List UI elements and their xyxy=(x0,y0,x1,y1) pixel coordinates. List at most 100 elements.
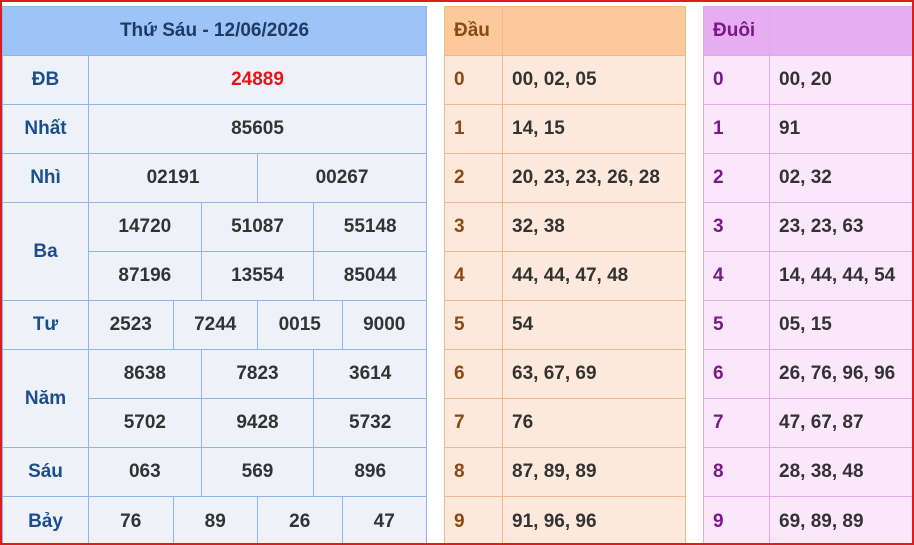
duoi-row: 0 00, 20 xyxy=(704,56,913,105)
duoi-digit: 0 xyxy=(704,56,770,104)
prize-label: Nhất xyxy=(3,105,89,153)
prize-label: Năm xyxy=(3,350,89,447)
dau-digit: 1 xyxy=(445,105,503,153)
prize-number: 13554 xyxy=(202,252,315,300)
prize-values: 76 89 26 47 xyxy=(89,497,426,545)
dau-numbers: 63, 67, 69 xyxy=(512,363,597,384)
prize-row: Tư 2523 7244 0015 9000 xyxy=(3,301,426,350)
prize-number: 02191 xyxy=(89,154,258,202)
duoi-row: 2 02, 32 xyxy=(704,154,913,203)
duoi-digit: 5 xyxy=(704,301,770,349)
prize-number: 51087 xyxy=(202,203,315,251)
duoi-numbers: 91 xyxy=(779,118,801,139)
dau-row: 8 87, 89, 89 xyxy=(445,448,685,497)
duoi-digit: 7 xyxy=(704,399,770,447)
duoi-digit: 9 xyxy=(704,497,770,545)
prize-line: 2523 7244 0015 9000 xyxy=(89,301,426,349)
prize-number: 76 xyxy=(89,497,174,545)
duoi-table: Đuôi 0 00, 20 1 91 2 02, 32 3 23, 23, 63 4 14, 44… xyxy=(703,6,914,545)
prize-row: Năm 8638 7823 3614 5702 9428 5732 xyxy=(3,350,426,448)
prize-number: 87196 xyxy=(89,252,202,300)
prize-number: 9000 xyxy=(363,314,406,335)
duoi-row: 8 28, 38, 48 xyxy=(704,448,913,497)
prize-label: Sáu xyxy=(3,448,89,496)
duoi-digit: 8 xyxy=(704,448,770,496)
dau-digit: 6 xyxy=(445,350,503,398)
special-prize-number: 24889 xyxy=(231,69,284,90)
dau-row: 4 44, 44, 47, 48 xyxy=(445,252,685,301)
prize-values: 2523 7244 0015 9000 xyxy=(89,301,426,349)
dau-row: 6 63, 67, 69 xyxy=(445,350,685,399)
prize-number: 9428 xyxy=(202,399,315,447)
prize-label: ĐB xyxy=(3,56,89,104)
duoi-row: 4 14, 44, 44, 54 xyxy=(704,252,913,301)
duoi-numbers: 28, 38, 48 xyxy=(779,461,864,482)
dau-header-row: Đầu xyxy=(445,7,685,56)
dau-numbers: 14, 15 xyxy=(512,118,565,139)
prize-number: 55148 xyxy=(343,216,397,237)
prize-line: 14720 51087 55148 xyxy=(89,203,426,252)
dau-header-label: Đầu xyxy=(445,7,503,55)
duoi-numbers: 69, 89, 89 xyxy=(779,510,864,532)
duoi-numbers: 00, 20 xyxy=(779,69,832,90)
prize-values: 24889 xyxy=(89,56,426,104)
dau-row: 2 20, 23, 23, 26, 28 xyxy=(445,154,685,203)
duoi-row: 7 47, 67, 87 xyxy=(704,399,913,448)
prize-row: Sáu 063 569 896 xyxy=(3,448,426,497)
prize-row: Nhì 02191 00267 xyxy=(3,154,426,203)
dau-numbers: 76 xyxy=(512,412,534,433)
prize-line: 063 569 896 xyxy=(89,448,426,496)
duoi-header-row: Đuôi xyxy=(704,7,913,56)
dau-digit: 8 xyxy=(445,448,503,496)
duoi-row: 3 23, 23, 63 xyxy=(704,203,913,252)
prize-line: 24889 xyxy=(89,56,426,104)
prize-values: 85605 xyxy=(89,105,426,153)
prize-row: Nhất 85605 xyxy=(3,105,426,154)
prize-label: Bảy xyxy=(3,497,89,545)
prize-number: 8638 xyxy=(89,350,202,398)
prize-row: Bảy 76 89 26 47 xyxy=(3,497,426,545)
prize-values: 02191 00267 xyxy=(89,154,426,202)
prize-number: 896 xyxy=(354,461,387,482)
dau-numbers: 54 xyxy=(512,314,534,335)
dau-row: 3 32, 38 xyxy=(445,203,685,252)
prize-number: 063 xyxy=(89,448,202,496)
dau-digit: 0 xyxy=(445,56,503,104)
duoi-numbers: 02, 32 xyxy=(779,167,832,188)
prize-number: 00267 xyxy=(315,167,369,188)
prize-label: Tư xyxy=(3,301,89,349)
duoi-body: 0 00, 20 1 91 2 02, 32 3 23, 23, 63 4 14, 44, 44,… xyxy=(704,56,913,545)
prize-line: 8638 7823 3614 xyxy=(89,350,426,399)
dau-table: Đầu 0 00, 02, 05 1 14, 15 2 20, 23, 23, 26, 2… xyxy=(444,6,686,545)
dau-digit: 9 xyxy=(445,497,503,545)
prize-number: 85044 xyxy=(343,265,397,286)
dau-digit: 4 xyxy=(445,252,503,300)
duoi-numbers: 14, 44, 44, 54 xyxy=(779,265,896,286)
dau-digit: 3 xyxy=(445,203,503,251)
prize-number: 3614 xyxy=(349,363,392,384)
prize-row: ĐB 24889 xyxy=(3,56,426,105)
prize-values: 8638 7823 3614 5702 9428 5732 xyxy=(89,350,426,447)
prize-number: 47 xyxy=(373,510,395,532)
duoi-header-label: Đuôi xyxy=(704,7,770,55)
dau-row: 1 14, 15 xyxy=(445,105,685,154)
dau-row: 7 76 xyxy=(445,399,685,448)
prize-number: 89 xyxy=(174,497,258,545)
prize-number: 5732 xyxy=(349,412,392,433)
prize-number: 0015 xyxy=(258,301,343,349)
prize-line: 87196 13554 85044 xyxy=(89,252,426,300)
prize-line: 85605 xyxy=(89,105,426,153)
dau-row: 5 54 xyxy=(445,301,685,350)
dau-numbers: 44, 44, 47, 48 xyxy=(512,265,629,286)
dau-numbers: 32, 38 xyxy=(512,216,565,237)
results-body: ĐB 24889 Nhất 85605 Nhì 02191 00267 Ba 14720 5108… xyxy=(3,56,426,545)
results-table: Thứ Sáu - 12/06/2026 ĐB 24889 Nhất 85605 Nhì… xyxy=(2,6,427,545)
prize-number: 5702 xyxy=(89,399,202,447)
dau-digit: 2 xyxy=(445,154,503,202)
dau-body: 0 00, 02, 05 1 14, 15 2 20, 23, 23, 26, 28 3 32… xyxy=(445,56,685,545)
prize-number: 7823 xyxy=(202,350,315,398)
duoi-header-blank xyxy=(770,7,913,55)
prize-number: 569 xyxy=(202,448,315,496)
duoi-numbers: 05, 15 xyxy=(779,314,832,335)
duoi-row: 1 91 xyxy=(704,105,913,154)
